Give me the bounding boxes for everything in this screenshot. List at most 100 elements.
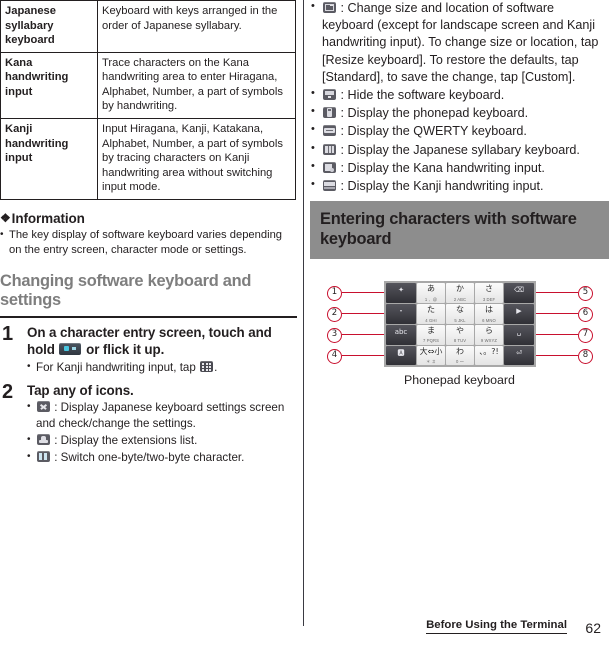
column-divider — [303, 0, 304, 626]
bullet-text: : Display the Kanji handwriting input. — [340, 178, 544, 193]
bullet-text: : Display the Kana handwriting input. — [340, 160, 545, 175]
list-item: : Display the Japanese syllabary keyboar… — [310, 140, 609, 159]
list-item: : Display Japanese keyboard settings scr… — [27, 400, 297, 432]
key[interactable]: 、。?! — [475, 345, 503, 366]
key[interactable]: ら9 WXYZ — [475, 324, 503, 345]
hide-keyboard-icon — [323, 88, 336, 100]
key[interactable]: ␣ — [504, 324, 534, 345]
page-footer: Before Using the Terminal 62 — [0, 612, 609, 642]
keyboard-icon-list: : Change size and location of software k… — [310, 0, 609, 195]
list-item: The key display of software keyboard var… — [0, 228, 297, 258]
kanji-handwriting-icon — [323, 179, 336, 191]
key[interactable]: あ1 ．@ — [417, 283, 445, 304]
keyboard-description-table: Japanese syllabary keyboard Keyboard wit… — [0, 0, 296, 200]
step-title-part-2: or flick it up. — [86, 342, 165, 357]
figure-caption: Phonepad keyboard — [404, 373, 515, 388]
bullet-text: : Display Japanese keyboard settings scr… — [36, 401, 285, 431]
japanese-syllabary-keyboard-icon — [323, 143, 336, 155]
leader-line-6 — [536, 313, 578, 315]
key[interactable]: 🅰 — [386, 345, 416, 366]
key[interactable]: わ0 〜 — [446, 345, 474, 366]
step-title: Tap any of icons. — [27, 382, 134, 398]
section-heading-changing-software-keyboard: Changing software keyboard and settings — [0, 271, 252, 309]
step-1: 1 On a character entry screen, touch and… — [0, 323, 297, 376]
leader-line-7 — [536, 334, 578, 336]
list-item: : Display the Kanji handwriting input. — [310, 177, 609, 195]
leader-line-3 — [342, 334, 384, 336]
step-2-bullets: : Display Japanese keyboard settings scr… — [27, 400, 297, 465]
information-list: The key display of software keyboard var… — [0, 228, 297, 258]
key[interactable]: ▶ — [504, 304, 534, 324]
leader-line-1 — [342, 292, 384, 294]
phonepad-keyboard-image: ✦ あ1 ．@ か2 ABC さ3 DEF ⌫ ・ た4 GHI な5 JKL … — [384, 281, 536, 368]
resize-keyboard-icon — [323, 2, 336, 13]
key[interactable]: 大⇔小＊ ＃ — [417, 345, 445, 366]
key[interactable]: か2 ABC — [446, 283, 474, 304]
page: Japanese syllabary keyboard Keyboard wit… — [0, 0, 609, 648]
key[interactable]: abc — [386, 324, 416, 345]
leader-line-8 — [536, 355, 578, 357]
bullet-text: : Display the Japanese syllabary keyboar… — [340, 142, 580, 157]
table-cell-term: Kanji handwriting input — [0, 117, 98, 200]
information-heading: ❖Information — [0, 211, 297, 226]
step-number: 1 — [2, 323, 14, 346]
table-cell-term: Kana handwriting input — [0, 51, 98, 119]
bullet-text: : Display the extensions list. — [54, 433, 198, 447]
list-item: : Change size and location of software k… — [310, 0, 609, 86]
table-row: Japanese syllabary keyboard Keyboard wit… — [0, 0, 296, 53]
list-item: : Display the extensions list. — [27, 433, 297, 449]
software-keyboard-key-icon — [59, 343, 82, 355]
section-banner-entering-characters: Entering characters with software keyboa… — [310, 201, 609, 260]
right-column: : Change size and location of software k… — [310, 0, 609, 626]
step-title: On a character entry screen, touch and h… — [27, 325, 297, 359]
bullet-text: : Switch one-byte/two-byte character. — [54, 450, 245, 464]
extensions-list-icon — [37, 433, 50, 445]
key[interactable]: ・ — [386, 304, 416, 324]
key[interactable]: ⌫ — [504, 283, 534, 304]
callout-5: 5 — [578, 286, 593, 302]
key[interactable]: さ3 DEF — [475, 283, 503, 304]
bullet-text-part-1: For Kanji handwriting input, tap — [36, 360, 196, 374]
phonepad-keyboard-figure: 1 2 3 4 5 6 7 8 ✦ あ1 ．@ か2 ABC さ3 DEF ⌫ … — [310, 281, 609, 391]
callout-4: 4 — [327, 349, 342, 365]
step-1-bullets: For Kanji handwriting input, tap . — [27, 360, 297, 376]
list-item: : Switch one-byte/two-byte character. — [27, 450, 297, 466]
list-item: For Kanji handwriting input, tap . — [27, 360, 297, 376]
leader-line-5 — [536, 292, 578, 294]
section-rule — [0, 316, 297, 319]
table-cell-definition: Input Hiragana, Kanji, Katakana, Alphabe… — [97, 117, 296, 200]
callout-6: 6 — [578, 307, 593, 323]
bullet-text: : Display the phonepad keyboard. — [340, 106, 529, 121]
callout-7: 7 — [578, 328, 593, 344]
step-number: 2 — [2, 380, 14, 403]
kana-handwriting-icon — [323, 161, 336, 173]
japanese-keyboard-settings-icon — [37, 401, 50, 413]
table-cell-definition: Keyboard with keys arranged in the order… — [97, 0, 296, 53]
key[interactable]: た4 GHI — [417, 304, 445, 324]
phonepad-keyboard-icon — [323, 107, 336, 119]
key[interactable]: な5 JKL — [446, 304, 474, 324]
table-cell-definition: Trace characters on the Kana handwriting… — [97, 51, 296, 119]
key[interactable]: ⏎ — [504, 345, 534, 366]
list-item: : Display the Kana handwriting input. — [310, 159, 609, 177]
table-row: Kana handwriting input Trace characters … — [0, 51, 296, 119]
leader-line-4 — [342, 355, 384, 357]
bullet-text: : Display the QWERTY keyboard. — [340, 124, 527, 139]
information-heading-label: Information — [11, 210, 85, 226]
callout-1: 1 — [327, 286, 342, 302]
table-cell-term: Japanese syllabary keyboard — [0, 0, 98, 53]
list-item: : Hide the software keyboard. — [310, 86, 609, 104]
list-item: : Display the phonepad keyboard. — [310, 104, 609, 122]
bullet-text: : Hide the software keyboard. — [340, 87, 505, 102]
key[interactable]: や8 TUV — [446, 324, 474, 345]
step-2: 2 Tap any of icons. : Display Japanese k… — [0, 380, 297, 466]
list-item: : Display the QWERTY keyboard. — [310, 122, 609, 140]
table-row: Kanji handwriting input Input Hiragana, … — [0, 117, 296, 200]
footer-page-number: 62 — [585, 620, 601, 636]
key[interactable]: は6 MNO — [475, 304, 503, 324]
callout-8: 8 — [578, 349, 593, 365]
key[interactable]: ま7 PQRS — [417, 324, 445, 345]
callout-3: 3 — [327, 328, 342, 344]
key[interactable]: ✦ — [386, 283, 416, 304]
byte-switch-icon — [37, 450, 50, 462]
